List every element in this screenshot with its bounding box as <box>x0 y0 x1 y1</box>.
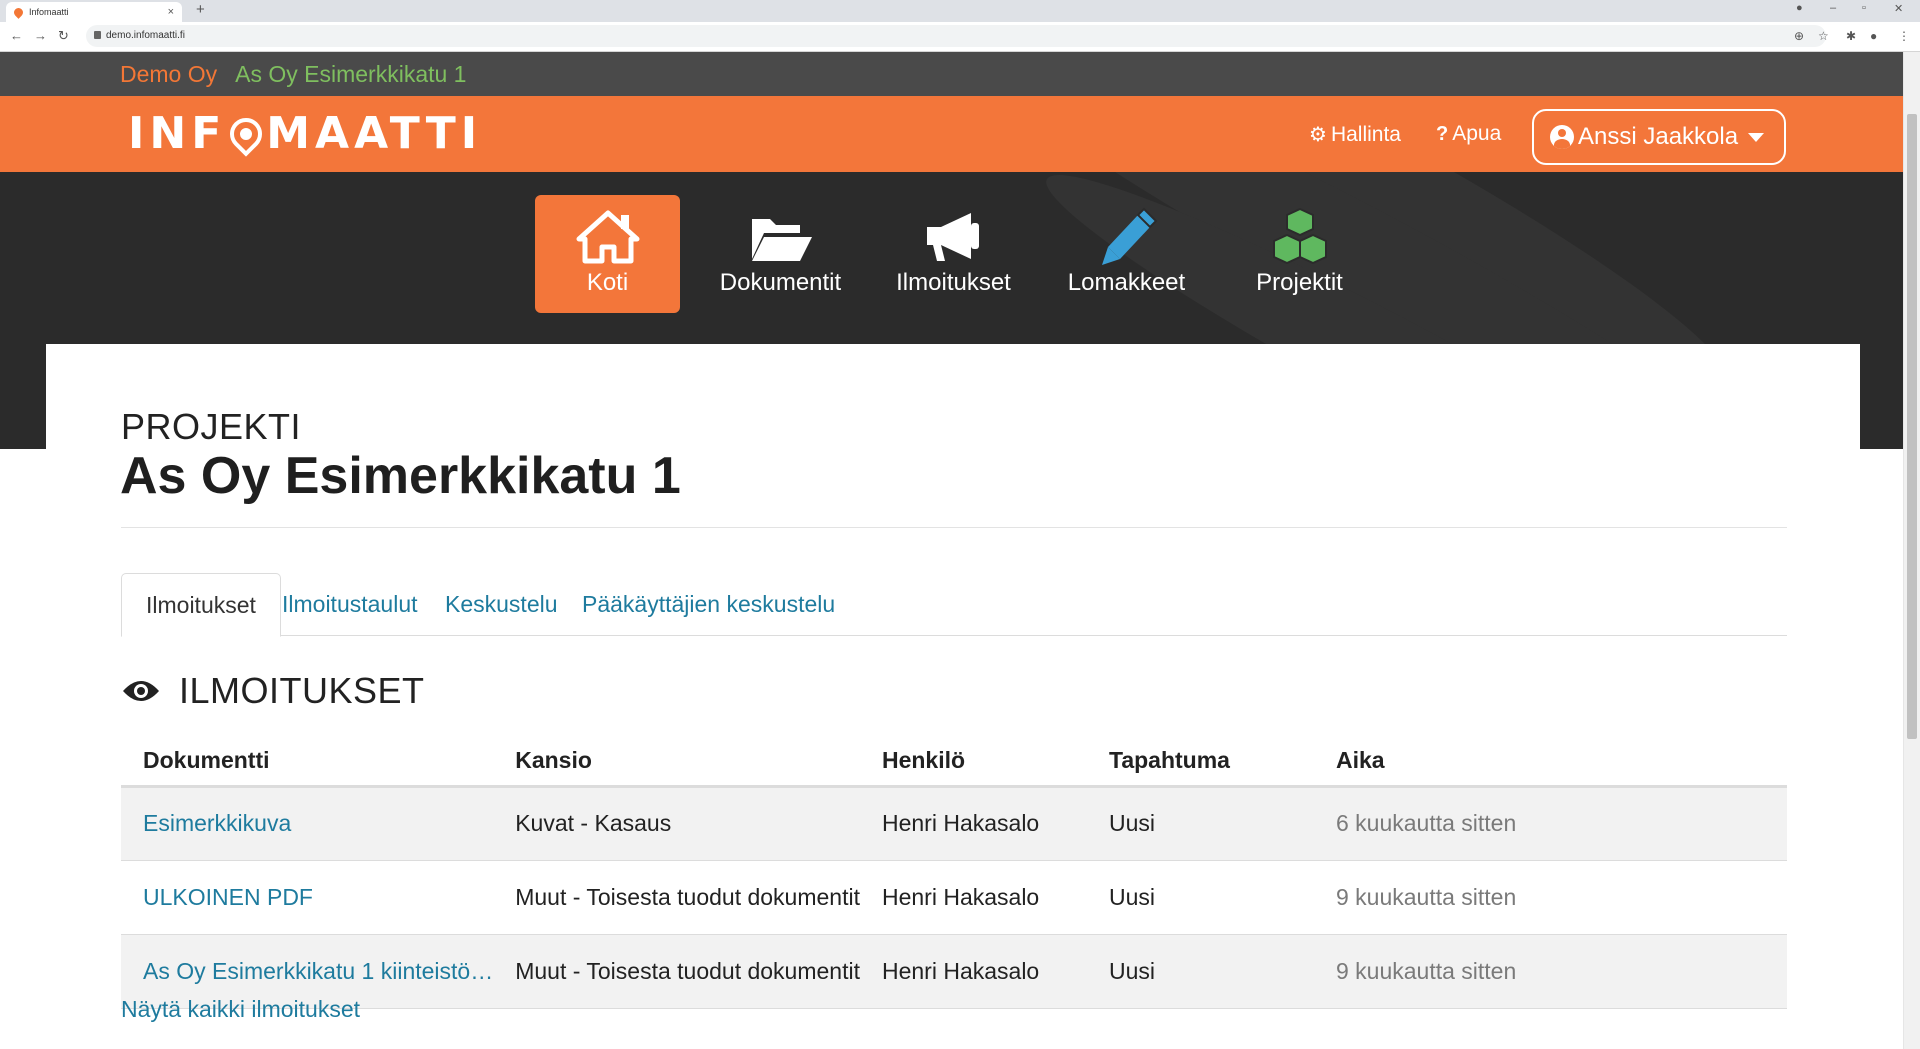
column-header-dokumentti[interactable]: Dokumentti <box>121 736 494 788</box>
tab-ilmoitukset[interactable]: Ilmoitukset <box>121 573 281 637</box>
table-row: As Oy Esimerkkikatu 1 kiinteistö… Muut -… <box>121 934 1787 1009</box>
cubes-icon <box>1272 207 1327 265</box>
column-header-henkilo[interactable]: Henkilö <box>859 736 1087 788</box>
minimize-icon[interactable]: – <box>1830 2 1836 14</box>
nav-item-koti[interactable]: Koti <box>535 195 680 313</box>
url-field[interactable]: demo.infomaatti.fi <box>86 25 1826 47</box>
browser-tab-title: Infomaatti <box>29 7 69 17</box>
browser-tabbar: Infomaatti × + ● – ▫ ✕ <box>0 0 1920 22</box>
column-header-kansio[interactable]: Kansio <box>493 736 860 788</box>
organization-bar: Demo Oy As Oy Esimerkkikatu 1 <box>0 52 1903 96</box>
zoom-icon[interactable]: ⊕ <box>1794 29 1804 43</box>
time-cell: 6 kuukautta sitten <box>1313 786 1787 861</box>
browser-tab[interactable]: Infomaatti × <box>6 2 182 22</box>
logo-text-right: MAATTI <box>266 108 483 159</box>
chevron-down-icon <box>1748 133 1764 142</box>
help-label: Apua <box>1452 122 1502 145</box>
nav-item-projektit[interactable]: Projektit <box>1227 195 1372 313</box>
section-title: ILMOITUKSET <box>179 670 425 711</box>
folder-cell: Muut - Toisesta tuodut dokumentit <box>493 860 860 935</box>
content-tabs: Ilmoitukset Ilmoitustaulut Keskustelu Pä… <box>121 573 1787 637</box>
page-scrollbar[interactable] <box>1903 52 1920 1049</box>
admin-label: Hallinta <box>1330 122 1401 146</box>
tab-ilmoitustaulut[interactable]: Ilmoitustaulut <box>258 573 442 636</box>
section-header: ILMOITUKSET <box>121 670 425 712</box>
show-all-notifications-link[interactable]: Näytä kaikki ilmoitukset <box>121 996 360 1023</box>
megaphone-icon <box>926 213 979 261</box>
nav-item-label: Koti <box>586 269 629 296</box>
extensions-icon[interactable]: ✱ <box>1846 29 1856 43</box>
site-header: INF MAATTI ⚙ Hallinta ? Apua Anssi Jaakko… <box>0 96 1903 172</box>
property-link[interactable]: As Oy Esimerkkikatu 1 <box>235 61 466 88</box>
question-icon: ? <box>1436 122 1449 145</box>
table-row: Esimerkkikuva Kuvat - Kasaus Henri Hakas… <box>121 786 1787 861</box>
scrollbar-thumb[interactable] <box>1907 114 1917 739</box>
user-menu-button[interactable]: Anssi Jaakkola <box>1532 109 1786 165</box>
window-close-icon[interactable]: ✕ <box>1894 2 1903 15</box>
back-icon[interactable]: ← <box>10 28 23 43</box>
content-panel: PROJEKTI As Oy Esimerkkikatu 1 Ilmoituks… <box>46 344 1860 1049</box>
user-avatar-icon <box>1550 125 1574 149</box>
folder-cell: Kuvat - Kasaus <box>493 786 860 861</box>
event-cell: Uusi <box>1086 934 1314 1009</box>
profile-icon[interactable]: ● <box>1796 2 1803 14</box>
nav-item-label: Lomakkeet <box>1067 269 1186 296</box>
nav-item-ilmoitukset[interactable]: Ilmoitukset <box>881 195 1026 313</box>
reload-icon[interactable]: ↻ <box>58 28 69 44</box>
person-cell: Henri Hakasalo <box>859 934 1087 1009</box>
folder-cell: Muut - Toisesta tuodut dokumentit <box>493 934 860 1009</box>
nav-item-lomakkeet[interactable]: Lomakkeet <box>1054 195 1199 313</box>
lock-icon <box>94 31 101 39</box>
page-title: As Oy Esimerkkikatu 1 <box>120 447 681 505</box>
gear-icon: ⚙ <box>1309 124 1327 146</box>
table-row: ULKOINEN PDF Muut - Toisesta tuodut doku… <box>121 860 1787 935</box>
nav-item-label: Ilmoitukset <box>896 269 1011 296</box>
time-cell: 9 kuukautta sitten <box>1313 934 1787 1009</box>
nav-item-dokumentit[interactable]: Dokumentit <box>708 195 853 313</box>
restore-icon[interactable]: ▫ <box>1862 2 1866 14</box>
page-kicker: PROJEKTI <box>121 406 302 447</box>
forward-icon[interactable]: → <box>34 28 47 43</box>
menu-dots-icon[interactable]: ⋮ <box>1898 29 1910 43</box>
person-cell: Henri Hakasalo <box>859 860 1087 935</box>
time-cell: 9 kuukautta sitten <box>1313 860 1787 935</box>
document-link[interactable]: ULKOINEN PDF <box>121 860 494 935</box>
pencil-icon <box>1101 207 1157 265</box>
account-icon[interactable]: ● <box>1870 29 1877 43</box>
user-name: Anssi Jaakkola <box>1578 123 1739 150</box>
event-cell: Uusi <box>1086 860 1314 935</box>
logo-text-left: INF <box>128 108 227 159</box>
browser-addressbar: ← → ↻ demo.infomaatti.fi ⊕ ☆ ✱ ● ⋮ <box>0 22 1920 52</box>
notifications-table: Dokumentti Kansio Henkilö Tapahtuma Aika… <box>121 736 1787 1009</box>
home-icon <box>576 210 639 264</box>
document-link[interactable]: Esimerkkikuva <box>121 786 494 861</box>
url-text: demo.infomaatti.fi <box>106 30 185 41</box>
site: Demo Oy As Oy Esimerkkikatu 1 INF MAATTI … <box>0 52 1903 1049</box>
nav-item-label: Dokumentit <box>719 269 842 296</box>
new-tab-icon[interactable]: + <box>196 1 205 18</box>
table-header-row: Dokumentti Kansio Henkilö Tapahtuma Aika <box>121 736 1787 788</box>
divider <box>121 527 1787 528</box>
nav-item-label: Projektit <box>1256 269 1343 296</box>
person-cell: Henri Hakasalo <box>859 786 1087 861</box>
column-header-tapahtuma[interactable]: Tapahtuma <box>1086 736 1314 788</box>
main-nav: Koti Dokumentit Ilmoitukset Lomakkeet Pr… <box>535 195 1400 313</box>
bookmark-star-icon[interactable]: ☆ <box>1818 29 1829 43</box>
column-header-aika[interactable]: Aika <box>1313 736 1787 788</box>
infomaatti-logo[interactable]: INF MAATTI <box>128 108 482 159</box>
eye-icon <box>123 681 159 701</box>
event-cell: Uusi <box>1086 786 1314 861</box>
tab-paakayttajien-keskustelu[interactable]: Pääkäyttäjien keskustelu <box>558 573 859 636</box>
folder-open-icon <box>751 219 812 261</box>
logo-pin-icon <box>223 111 269 157</box>
help-link[interactable]: ? Apua <box>1436 122 1501 146</box>
admin-link[interactable]: ⚙ Hallinta <box>1309 122 1401 147</box>
organization-link[interactable]: Demo Oy <box>120 61 217 88</box>
favicon-icon <box>12 5 25 19</box>
close-icon[interactable]: × <box>168 6 174 18</box>
